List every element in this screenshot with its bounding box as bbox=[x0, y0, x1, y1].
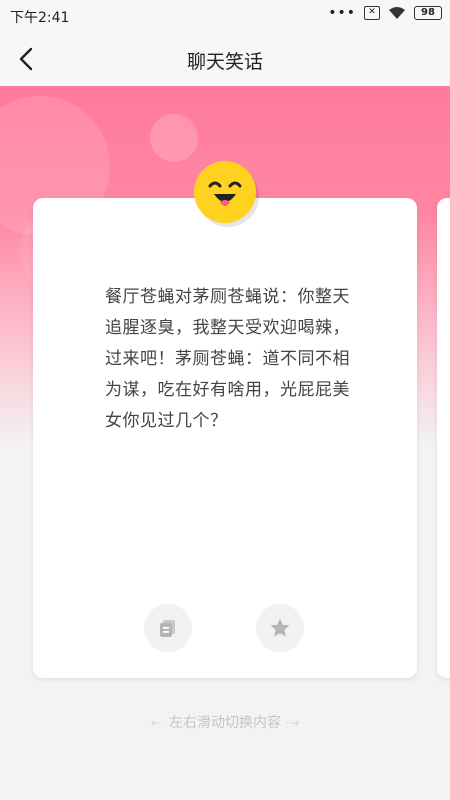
nav-bar: 聊天笑话 bbox=[0, 32, 450, 86]
star-icon bbox=[270, 618, 290, 637]
status-icons: ••• ✕ 98 bbox=[328, 6, 442, 20]
decor-bubble bbox=[150, 114, 198, 162]
page-title: 聊天笑话 bbox=[186, 51, 263, 73]
swipe-hint: ←· 左右滑动切换内容 ·→ bbox=[0, 712, 450, 732]
laughing-emoji-icon bbox=[190, 158, 260, 228]
copy-button[interactable] bbox=[144, 604, 192, 652]
left-arrow-icon: ←· bbox=[150, 716, 165, 730]
wifi-icon bbox=[389, 7, 405, 19]
status-bar: 下午2:41 ••• ✕ 98 bbox=[0, 0, 450, 32]
battery-indicator: 98 bbox=[414, 6, 442, 20]
status-time: 下午2:41 bbox=[10, 10, 70, 26]
x-box-icon: ✕ bbox=[364, 6, 380, 20]
next-card-peek[interactable] bbox=[437, 198, 450, 678]
swipe-hint-text: 左右滑动切换内容 bbox=[169, 715, 281, 731]
right-arrow-icon: ·→ bbox=[285, 716, 300, 730]
favorite-button[interactable] bbox=[256, 604, 304, 652]
joke-text: 餐厅苍蝇对茅厕苍蝇说：你整天追腥逐臭，我整天受欢迎喝辣，过来吧！茅厕苍蝇：道不同… bbox=[105, 287, 350, 431]
copy-icon bbox=[160, 620, 175, 637]
joke-card[interactable]: 餐厅苍蝇对茅厕苍蝇说：你整天追腥逐臭，我整天受欢迎喝辣，过来吧！茅厕苍蝇：道不同… bbox=[33, 198, 417, 678]
more-dots-icon: ••• bbox=[328, 5, 356, 21]
